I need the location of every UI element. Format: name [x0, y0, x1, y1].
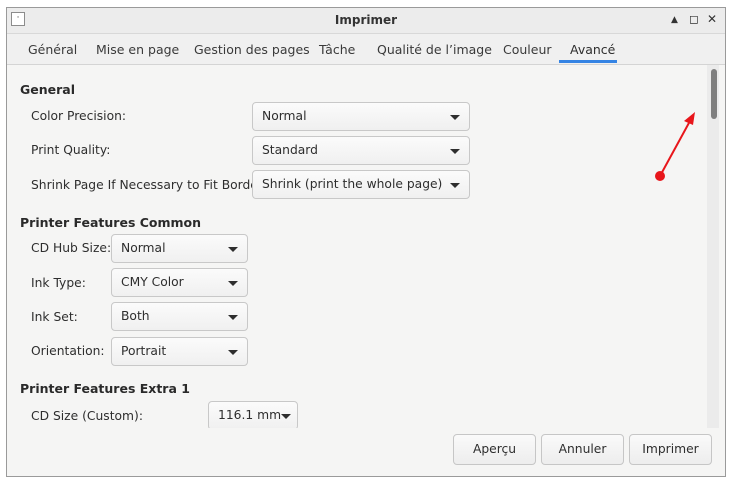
annotation-dot: [655, 171, 665, 181]
annotation-overlay: [655, 112, 695, 181]
annotation-arrow-line: [659, 120, 691, 177]
annotation-arrowhead: [684, 112, 695, 125]
